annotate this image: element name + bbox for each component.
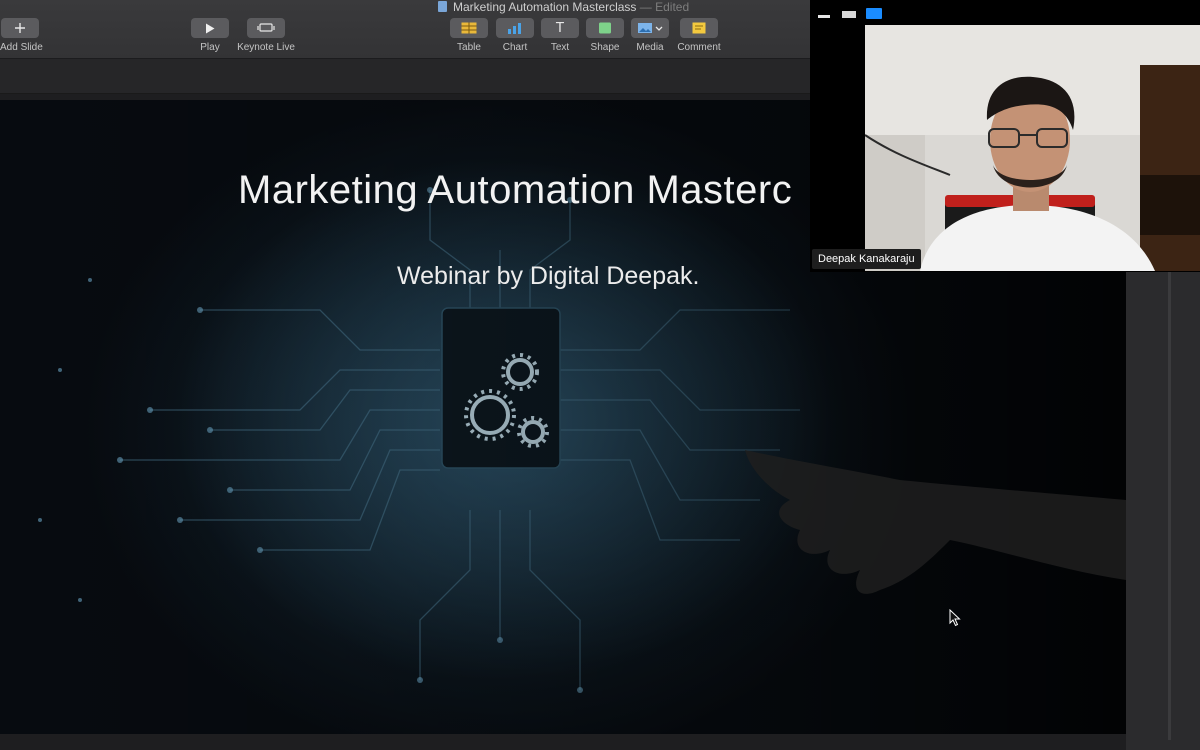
- document-icon: [438, 1, 447, 12]
- comment-icon: [680, 18, 718, 38]
- minimize-icon[interactable]: [818, 15, 830, 18]
- slide-subtitle[interactable]: Webinar by Digital Deepak.: [397, 262, 699, 291]
- table-button[interactable]: Table: [449, 18, 489, 53]
- media-button[interactable]: Media: [630, 18, 670, 53]
- keynote-live-icon: [247, 18, 285, 38]
- text-button[interactable]: T Text: [540, 18, 580, 53]
- media-icon: [631, 18, 669, 38]
- add-slide-label: Add Slide: [0, 42, 43, 53]
- plus-icon: [1, 18, 39, 38]
- keynote-live-button[interactable]: Keynote Live: [236, 18, 296, 53]
- restore-icon[interactable]: [842, 11, 856, 18]
- media-label: Media: [636, 42, 664, 53]
- table-label: Table: [457, 42, 481, 53]
- fullscreen-icon[interactable]: [866, 8, 882, 19]
- window-title: Marketing Automation Masterclass — Edite…: [438, 0, 689, 14]
- comment-button[interactable]: Comment: [676, 18, 722, 53]
- text-label: Text: [550, 42, 570, 53]
- participant-name-tag: Deepak Kanakaraju: [812, 249, 921, 269]
- keynote-live-label: Keynote Live: [237, 42, 295, 53]
- comment-label: Comment: [677, 42, 721, 53]
- chart-label: Chart: [502, 42, 528, 53]
- add-slide-button[interactable]: Add Slide: [0, 18, 43, 53]
- chart-button[interactable]: Chart: [495, 18, 535, 53]
- slide-title[interactable]: Marketing Automation Masterc: [238, 168, 792, 213]
- vertical-scrollbar[interactable]: [1168, 270, 1171, 740]
- chart-icon: [496, 18, 534, 38]
- participant-video[interactable]: [865, 25, 1200, 271]
- text-icon: T: [541, 18, 579, 38]
- shape-button[interactable]: Shape: [585, 18, 625, 53]
- canvas-gutter: [1126, 270, 1200, 750]
- mouse-cursor-icon: [949, 609, 961, 627]
- play-label: Play: [200, 42, 220, 53]
- shape-icon: [586, 18, 624, 38]
- play-icon: [191, 18, 229, 38]
- document-title: Marketing Automation Masterclass: [453, 0, 637, 14]
- play-button[interactable]: Play: [190, 18, 230, 53]
- table-icon: [450, 18, 488, 38]
- document-status: — Edited: [639, 0, 690, 14]
- participant-video-image: [865, 25, 1200, 271]
- shape-label: Shape: [590, 42, 620, 53]
